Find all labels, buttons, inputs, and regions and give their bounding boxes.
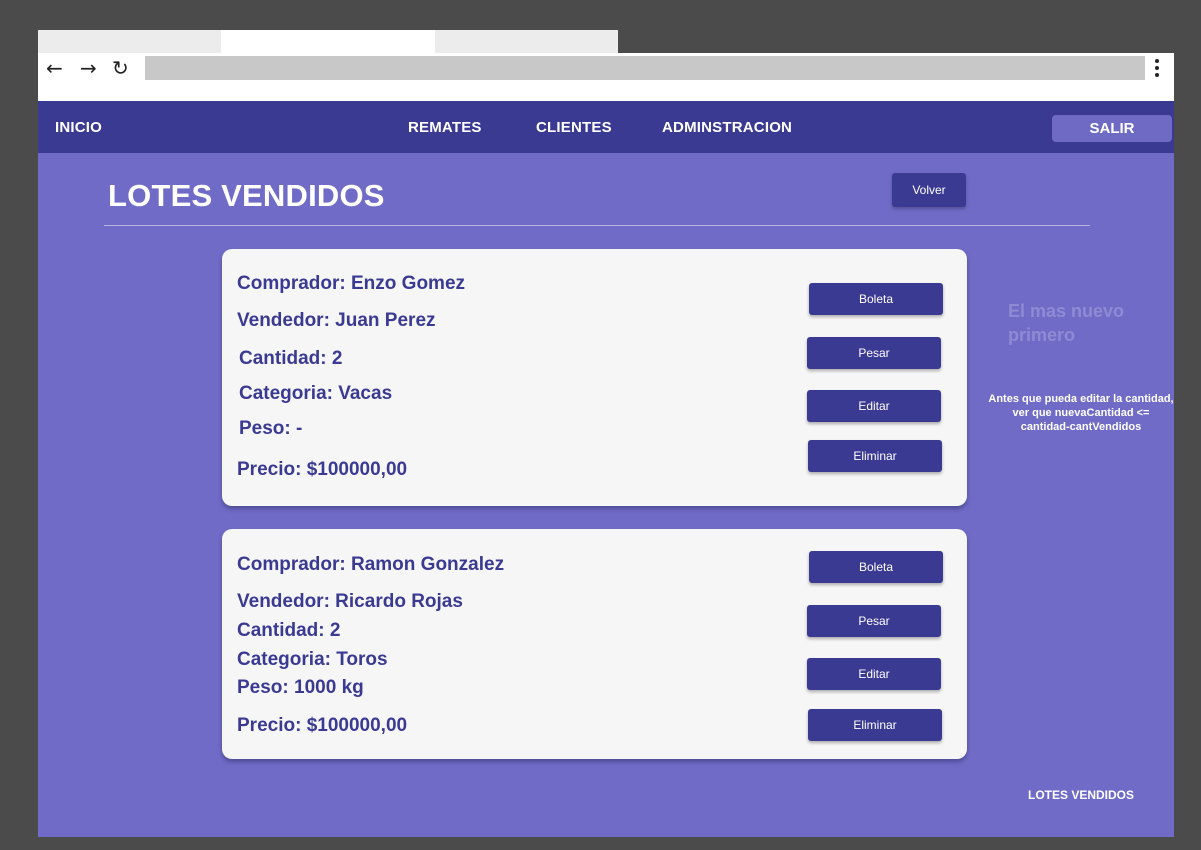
precio-label: Precio: $100000,00 — [237, 715, 408, 736]
footer-page-label: LOTES VENDIDOS — [1028, 788, 1135, 802]
editar-button[interactable]: Editar — [807, 658, 941, 690]
nav-inicio[interactable]: INICIO — [55, 119, 102, 136]
nav-clientes[interactable]: CLIENTES — [536, 119, 612, 136]
sort-order-note: El mas nuevo primero — [1008, 301, 1125, 345]
categoria-label: Categoria: Toros — [237, 649, 388, 670]
title-divider — [104, 225, 1090, 226]
comprador-label: Comprador: Ramon Gonzalez — [237, 554, 505, 575]
back-arrow-icon[interactable]: ← — [46, 58, 63, 78]
volver-button[interactable]: Volver — [892, 173, 966, 207]
lot-card: Comprador: Ramon Gonzalez Vendedor: Rica… — [222, 529, 967, 759]
eliminar-button[interactable]: Eliminar — [808, 709, 942, 741]
pesar-button[interactable]: Pesar — [807, 605, 941, 637]
vendedor-label: Vendedor: Ricardo Rojas — [237, 591, 463, 612]
page-title: LOTES VENDIDOS — [108, 178, 385, 213]
nav-administracion[interactable]: ADMINSTRACION — [662, 119, 792, 136]
boleta-button[interactable]: Boleta — [809, 551, 943, 583]
edit-validation-note: Antes que pueda editar la cantidad, ver … — [988, 393, 1174, 433]
browser-toolbar: ← → ↻ — [38, 53, 1174, 101]
cantidad-label: Cantidad: 2 — [237, 620, 341, 641]
cantidad-label: Cantidad: 2 — [239, 348, 343, 369]
reload-icon[interactable]: ↻ — [112, 58, 129, 78]
comprador-label: Comprador: Enzo Gomez — [237, 273, 466, 294]
peso-label: Peso: 1000 kg — [237, 677, 364, 698]
vendedor-label: Vendedor: Juan Perez — [237, 310, 436, 331]
url-bar[interactable] — [145, 56, 1145, 80]
peso-label: Peso: - — [239, 418, 303, 439]
eliminar-button[interactable]: Eliminar — [808, 440, 942, 472]
top-navigation: INICIO REMATES CLIENTES ADMINSTRACION SA… — [38, 101, 1174, 153]
kebab-menu-icon[interactable] — [1150, 57, 1164, 83]
forward-arrow-icon[interactable]: → — [80, 58, 97, 78]
lot-card: Comprador: Enzo Gomez Vendedor: Juan Per… — [222, 249, 967, 506]
salir-button[interactable]: SALIR — [1052, 115, 1172, 142]
editar-button[interactable]: Editar — [807, 390, 941, 422]
categoria-label: Categoria: Vacas — [239, 383, 393, 404]
browser-tab[interactable] — [221, 30, 435, 55]
nav-remates[interactable]: REMATES — [408, 119, 482, 136]
boleta-button[interactable]: Boleta — [809, 283, 943, 315]
app-container: INICIO REMATES CLIENTES ADMINSTRACION SA… — [38, 101, 1174, 837]
precio-label: Precio: $100000,00 — [237, 459, 408, 480]
pesar-button[interactable]: Pesar — [807, 337, 941, 369]
